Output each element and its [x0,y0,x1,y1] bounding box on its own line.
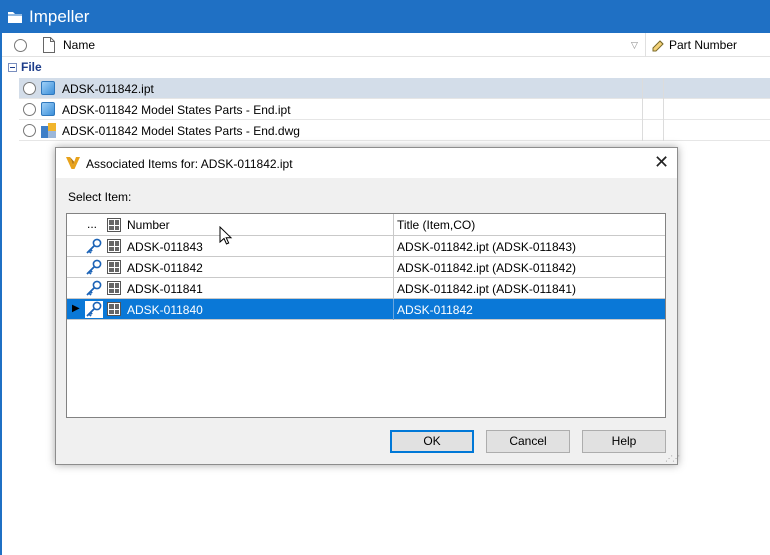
grid-icon [107,239,121,253]
group-label: File [21,60,42,74]
part-cube-icon [41,81,55,95]
grid-icon [107,218,121,232]
key-icon [85,301,103,318]
dialog-titlebar[interactable]: Associated Items for: ADSK-011842.ipt ✕ [56,148,677,178]
item-title: ADSK-011842.ipt (ADSK-011842) [397,261,576,275]
ok-button[interactable]: OK [390,430,474,453]
cell-divider [393,299,394,320]
window-left-edge [0,33,2,555]
row-radio[interactable] [23,124,36,137]
grid-icon [107,281,121,295]
cancel-button[interactable]: Cancel [486,430,570,453]
close-icon[interactable]: ✕ [654,152,669,173]
grid-header: ... Number Title (Item,CO) [67,214,665,236]
name-column-header[interactable]: Name [63,38,95,52]
item-title: ADSK-011842 [397,303,473,317]
window-titlebar: Impeller [0,0,770,33]
cell-divider [642,99,643,120]
column-separator[interactable] [393,214,394,236]
drawing-icon [41,123,56,138]
key-icon [85,259,103,276]
folder-icon [7,10,23,24]
document-icon [42,37,56,56]
item-number: ADSK-011841 [127,282,203,296]
select-all-radio[interactable] [14,39,27,52]
help-button[interactable]: Help [582,430,666,453]
mouse-cursor-icon [219,225,233,249]
item-number: ADSK-011843 [127,240,203,254]
grid-row[interactable]: ADSK-011841 ADSK-011842.ipt (ADSK-011841… [67,278,665,299]
associated-items-dialog: Associated Items for: ADSK-011842.ipt ✕ … [55,147,680,465]
column-header: Name ▽ Part Number [2,33,770,57]
dialog-title: Associated Items for: ADSK-011842.ipt [86,157,293,171]
vault-logo-icon [66,156,80,170]
resize-grip-icon[interactable]: ⋰⋰ [665,454,680,463]
grid-row-selected[interactable]: ▶ ADSK-011840 ADSK-011842 [67,299,665,320]
cell-divider [642,78,643,99]
column-separator[interactable] [645,33,646,57]
number-column-header[interactable]: Number [127,218,170,232]
row-radio[interactable] [23,82,36,95]
row-radio[interactable] [23,103,36,116]
cell-divider [393,257,394,278]
select-item-label: Select Item: [68,190,132,204]
item-number: ADSK-011840 [127,303,203,317]
key-icon [85,280,103,297]
item-number: ADSK-011842 [127,261,203,275]
item-title: ADSK-011842.ipt (ADSK-011841) [397,282,576,296]
key-icon [85,238,103,255]
grid-row[interactable]: ADSK-011843 ADSK-011842.ipt (ADSK-011843… [67,236,665,257]
file-row[interactable]: ADSK-011842 Model States Parts - End.dwg [19,120,770,141]
part-number-column-header[interactable]: Part Number [669,38,737,52]
column-chooser-button[interactable]: ... [87,217,97,231]
cell-divider [393,236,394,257]
cell-divider [663,99,664,120]
file-row[interactable]: ADSK-011842.ipt [19,78,770,99]
file-name: ADSK-011842 Model States Parts - End.ipt [62,103,291,117]
items-grid: ... Number Title (Item,CO) ADSK-011843 A… [66,213,666,418]
grid-icon [107,260,121,274]
cell-divider [663,78,664,99]
file-name: ADSK-011842.ipt [62,82,154,96]
item-title: ADSK-011842.ipt (ADSK-011843) [397,240,576,254]
grid-icon [107,302,121,316]
collapse-icon[interactable] [8,62,17,72]
cell-divider [663,120,664,141]
part-cube-icon [41,102,55,116]
grid-row[interactable]: ADSK-011842 ADSK-011842.ipt (ADSK-011842… [67,257,665,278]
file-group-header[interactable]: File [8,60,42,74]
pencil-icon [650,37,666,56]
cell-divider [642,120,643,141]
file-row[interactable]: ADSK-011842 Model States Parts - End.ipt [19,99,770,120]
filter-icon[interactable]: ▽ [631,40,638,51]
cell-divider [393,278,394,299]
window-title: Impeller [29,6,90,26]
file-name: ADSK-011842 Model States Parts - End.dwg [62,124,300,138]
current-row-indicator-icon: ▶ [72,303,80,314]
title-column-header[interactable]: Title (Item,CO) [397,218,475,232]
